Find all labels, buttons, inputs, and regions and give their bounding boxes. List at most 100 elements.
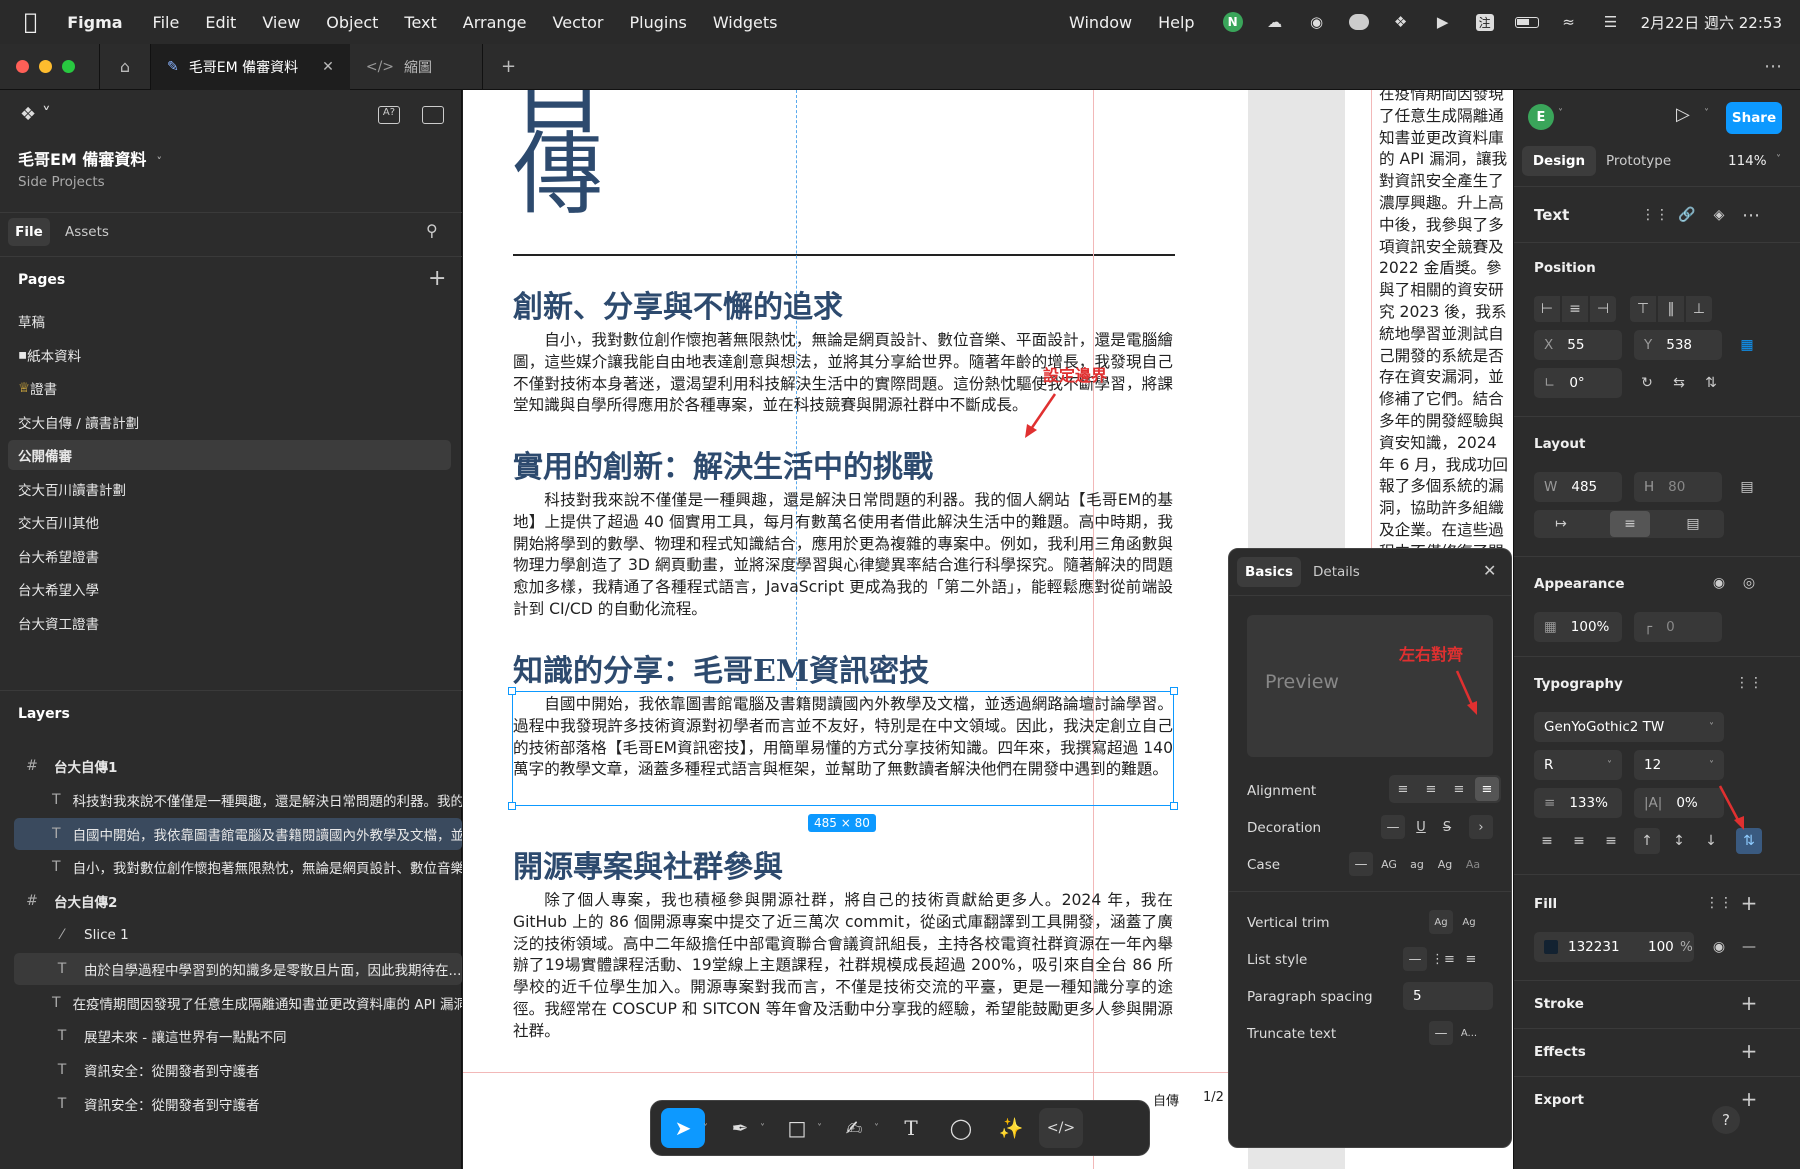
blend-drop-icon[interactable]: ◎ bbox=[1736, 570, 1762, 596]
close-icon[interactable]: ✕ bbox=[1483, 561, 1496, 580]
text-styles-icon[interactable]: ⋮⋮ bbox=[1735, 670, 1763, 696]
apple-icon[interactable]:  bbox=[24, 10, 37, 35]
menu-widgets[interactable]: Widgets bbox=[713, 13, 778, 32]
add-export-icon[interactable]: + bbox=[1736, 1086, 1762, 1112]
home-tab[interactable]: ⌂ bbox=[99, 43, 151, 90]
tab-thumbnail[interactable]: </> 縮圖 bbox=[350, 44, 448, 90]
minimize-window-button[interactable] bbox=[39, 60, 52, 73]
control-center-icon[interactable]: ☰ bbox=[1599, 12, 1623, 32]
pen-tool-chevron-icon[interactable]: ˅ bbox=[760, 1123, 765, 1134]
line-icon[interactable] bbox=[1347, 12, 1371, 32]
align-center-icon[interactable]: ≡ bbox=[1419, 777, 1443, 801]
menu-window[interactable]: Window bbox=[1069, 13, 1132, 32]
text-align-center-icon[interactable]: ≡ bbox=[1566, 828, 1592, 854]
text-align-right-icon[interactable]: ≡ bbox=[1598, 828, 1624, 854]
case-upper[interactable]: AG bbox=[1377, 852, 1401, 876]
menu-arrange[interactable]: Arrange bbox=[463, 13, 527, 32]
case-none-icon[interactable]: — bbox=[1349, 852, 1373, 876]
comment-tool-icon[interactable]: ◯ bbox=[939, 1108, 983, 1148]
menu-vector[interactable]: Vector bbox=[553, 13, 604, 32]
sidebar-toggle-icon[interactable] bbox=[422, 106, 444, 124]
avatar-chevron-icon[interactable]: ˅ bbox=[1558, 108, 1563, 119]
menu-edit[interactable]: Edit bbox=[205, 13, 236, 32]
messenger-icon[interactable]: ◉ bbox=[1305, 12, 1329, 32]
fixed-size-icon[interactable]: ▤ bbox=[1680, 511, 1706, 537]
align-h-centers-icon[interactable]: ≡ bbox=[1562, 296, 1588, 322]
constraints-icon[interactable]: ▦ bbox=[1734, 332, 1760, 358]
layer-frame[interactable]: # 台大自傳1 bbox=[14, 750, 462, 782]
align-right-icon[interactable]: ≡ bbox=[1447, 777, 1471, 801]
resize-handle-tr[interactable] bbox=[1170, 687, 1178, 695]
present-chevron-icon[interactable]: ˅ bbox=[1704, 108, 1709, 119]
menu-help[interactable]: Help bbox=[1158, 13, 1194, 32]
present-play-icon[interactable]: ▷ bbox=[1676, 104, 1690, 125]
page-item[interactable]: ♕ 證書 bbox=[8, 373, 451, 403]
page-item[interactable]: ▪ 紙本資料 bbox=[8, 340, 451, 370]
letter-spacing-field[interactable]: |A| 0% bbox=[1634, 788, 1724, 818]
radius-field[interactable]: ┌ 0 bbox=[1634, 612, 1722, 642]
play-circle-icon[interactable]: ▶ bbox=[1431, 12, 1455, 32]
layer-frame[interactable]: # 台大自傳2 bbox=[14, 885, 462, 917]
tab-basics[interactable]: Basics bbox=[1237, 557, 1301, 587]
page-item[interactable]: 台大希望證書 bbox=[8, 541, 451, 571]
help-icon[interactable]: ? bbox=[1712, 1106, 1740, 1134]
layer-item[interactable]: T 由於自學過程中學習到的知識多是零散且片面，因此我期待在... bbox=[14, 952, 462, 985]
layer-item[interactable]: T 展望未來 - 讓這世界有一點點不同 bbox=[14, 1020, 462, 1052]
share-button[interactable]: Share bbox=[1726, 102, 1782, 134]
file-name[interactable]: 毛哥EM 備審資料 ˅ bbox=[18, 146, 162, 170]
layer-item[interactable]: T 自國中開始，我依靠圖書館電腦及書籍閱讀國內外教學及文檔，並透過 bbox=[14, 817, 462, 850]
align-middle-icon[interactable]: ↕ bbox=[1666, 828, 1692, 854]
rectangle-tool-icon[interactable]: □ bbox=[775, 1108, 819, 1148]
flip-vertical-icon[interactable]: ⇅ bbox=[1698, 370, 1724, 396]
close-tab-icon[interactable]: ✕ bbox=[322, 59, 334, 75]
new-tab-button[interactable]: + bbox=[482, 43, 534, 90]
eye-icon[interactable]: ◉ bbox=[1706, 570, 1732, 596]
menu-plugins[interactable]: Plugins bbox=[630, 13, 687, 32]
layer-item[interactable]: T 自小，我對數位創作懷抱著無限熱忱，無論是網頁設計、數位音樂、平面設計 bbox=[14, 851, 462, 883]
clock[interactable]: 2月22日 週六 22:53 bbox=[1641, 12, 1782, 33]
rotate-icon[interactable]: ↻ bbox=[1634, 370, 1660, 396]
assets-tab[interactable]: Assets bbox=[65, 224, 109, 240]
align-left-edges-icon[interactable]: ⊢ bbox=[1534, 296, 1560, 322]
paragraph-spacing-input[interactable]: 5 bbox=[1403, 982, 1493, 1010]
component-icon[interactable]: ◈ bbox=[1706, 202, 1732, 228]
y-field[interactable]: Y 538 bbox=[1634, 330, 1722, 360]
numbered-list-icon[interactable]: ≡ bbox=[1459, 947, 1483, 971]
layer-item[interactable]: T 科技對我來說不僅僅是一種興趣，還是解決日常問題的利器。我的個人網站 bbox=[14, 784, 462, 816]
case-small-caps[interactable]: Aa bbox=[1461, 852, 1485, 876]
fill-styles-icon[interactable]: ⋮⋮ bbox=[1705, 890, 1733, 916]
underline-icon[interactable]: U bbox=[1409, 815, 1433, 839]
ai-tool-icon[interactable]: ✨ bbox=[989, 1108, 1033, 1148]
figma-menu-icon[interactable]: ❖ ˅ bbox=[20, 104, 51, 125]
menu-object[interactable]: Object bbox=[326, 13, 378, 32]
menu-text[interactable]: Text bbox=[404, 13, 436, 32]
more-options-icon[interactable]: ⋯ bbox=[1738, 202, 1764, 228]
close-window-button[interactable] bbox=[16, 60, 29, 73]
height-field[interactable]: H 80 bbox=[1634, 472, 1722, 502]
decoration-none-icon[interactable]: — bbox=[1381, 815, 1405, 839]
dev-mode-icon[interactable]: </> bbox=[1039, 1108, 1083, 1148]
resize-handle-br[interactable] bbox=[1170, 802, 1178, 810]
avatar[interactable]: E bbox=[1528, 104, 1554, 130]
zoom-chevron-icon[interactable]: ˅ bbox=[1776, 154, 1781, 165]
layer-item[interactable]: T 資訊安全：從開發者到守護者 bbox=[14, 1054, 462, 1086]
truncate-none-icon[interactable]: — bbox=[1429, 1021, 1453, 1045]
align-left-icon[interactable]: ≡ bbox=[1391, 777, 1415, 801]
align-right-edges-icon[interactable]: ⊣ bbox=[1590, 296, 1616, 322]
project-name[interactable]: Side Projects bbox=[18, 174, 105, 190]
page-item[interactable]: 交大自傳 / 讀書計劃 bbox=[8, 407, 451, 437]
decoration-more-icon[interactable]: › bbox=[1469, 815, 1493, 839]
tab-details[interactable]: Details bbox=[1313, 564, 1360, 580]
add-effect-icon[interactable]: + bbox=[1736, 1038, 1762, 1064]
font-family-select[interactable]: GenYoGothic2 TW ˅ bbox=[1534, 712, 1724, 742]
page-item[interactable]: 交大百川讀書計劃 bbox=[8, 474, 451, 504]
shape-tool-chevron-icon[interactable]: ˅ bbox=[817, 1123, 822, 1134]
search-icon[interactable]: ⚲ bbox=[426, 221, 438, 240]
page-item[interactable]: 台大資工證書 bbox=[8, 608, 451, 638]
app-menu[interactable]: Figma bbox=[67, 13, 122, 32]
align-bottom-edges-icon[interactable]: ⊥ bbox=[1686, 296, 1712, 322]
width-field[interactable]: W 485 bbox=[1534, 472, 1622, 502]
layer-item[interactable]: T 在疫情期間因發現了任意生成隔離通知書並更改資料庫的 API 漏洞 bbox=[14, 987, 462, 1019]
add-page-icon[interactable]: + bbox=[428, 266, 446, 291]
line-height-field[interactable]: ≡ 133% bbox=[1534, 788, 1622, 818]
